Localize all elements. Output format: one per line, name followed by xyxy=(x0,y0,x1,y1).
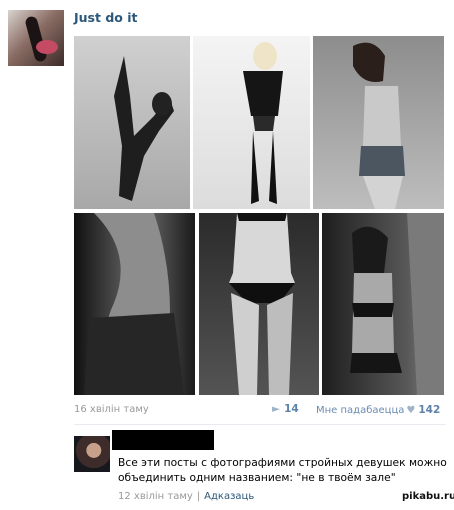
reply-link[interactable]: Адказаць xyxy=(204,491,254,502)
comment-text: Все эти посты с фотографиями стройных де… xyxy=(118,456,447,484)
post-photo-3[interactable] xyxy=(313,36,444,209)
heart-icon: ♥ xyxy=(406,405,416,416)
post-photo-5[interactable] xyxy=(199,213,319,395)
post-photo-4[interactable] xyxy=(74,213,195,395)
post-timestamp[interactable]: 16 хвілін таму xyxy=(74,404,149,415)
avatar-figure-accent xyxy=(36,40,58,54)
post-photo-1[interactable] xyxy=(74,36,190,209)
like-label: Мне падабаецца xyxy=(316,405,405,416)
post-photo-6[interactable] xyxy=(322,213,444,395)
like-button[interactable]: Мне падабаецца ♥ 142 xyxy=(316,404,440,416)
comment-timestamp[interactable]: 12 хвілін таму xyxy=(118,491,193,502)
like-count: 142 xyxy=(418,404,441,416)
photo-5-silhouette xyxy=(229,213,295,395)
share-count: 14 xyxy=(284,403,299,415)
comment-author-name-redacted xyxy=(112,430,214,450)
comment-author-avatar[interactable] xyxy=(74,436,110,472)
avatar-figure xyxy=(24,15,48,63)
photo-2-silhouette xyxy=(243,42,283,204)
share-button[interactable]: ► 14 xyxy=(272,403,299,415)
photo-1-silhouette xyxy=(114,56,174,201)
photo-3-silhouette xyxy=(353,42,405,209)
meta-separator: | xyxy=(196,491,201,502)
megaphone-icon: ► xyxy=(272,403,281,415)
post-title[interactable]: Just do it xyxy=(74,10,137,25)
photo-4-silhouette xyxy=(84,213,184,395)
photo-6-silhouette xyxy=(350,213,444,395)
post-author-avatar[interactable] xyxy=(8,10,64,66)
comments-divider xyxy=(74,424,446,425)
comment-meta: 12 хвілін таму | Адказаць xyxy=(118,491,254,502)
site-watermark: pikabu.ru xyxy=(402,491,454,502)
post-photo-2[interactable] xyxy=(193,36,310,209)
